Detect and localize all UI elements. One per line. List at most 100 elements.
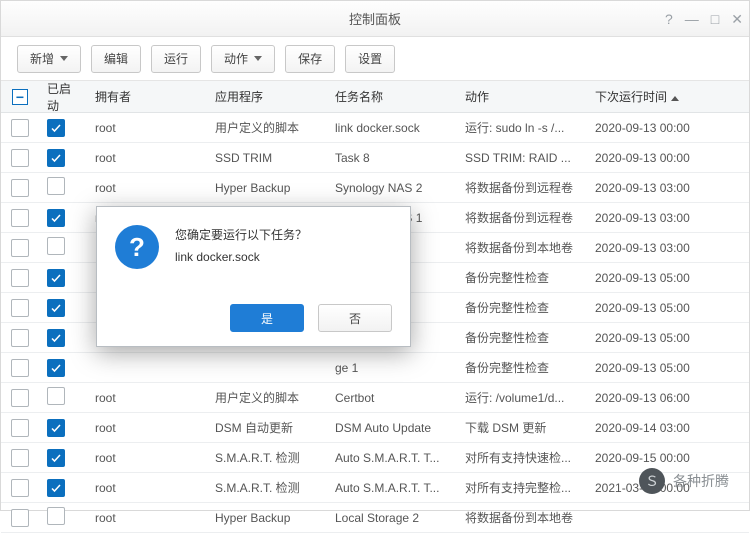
action-cell: 运行: /volume1/d... xyxy=(457,389,587,406)
row-select-checkbox[interactable] xyxy=(11,209,29,227)
table-row[interactable]: rootSSD TRIMTask 8SSD TRIM: RAID ...2020… xyxy=(1,143,749,173)
row-select-checkbox[interactable] xyxy=(11,509,29,527)
enabled-checkbox[interactable] xyxy=(47,209,65,227)
owner-cell: root xyxy=(87,121,207,135)
task-cell: Task 8 xyxy=(327,151,457,165)
table-row[interactable]: root用户定义的脚本link docker.sock运行: sudo ln -… xyxy=(1,113,749,143)
help-icon[interactable]: ? xyxy=(665,11,673,27)
next-run-cell: 2020-09-13 00:00 xyxy=(587,121,749,135)
enabled-checkbox[interactable] xyxy=(47,149,65,167)
row-select-checkbox[interactable] xyxy=(11,389,29,407)
action-button[interactable]: 动作 xyxy=(211,45,275,73)
save-button[interactable]: 保存 xyxy=(285,45,335,73)
enabled-checkbox[interactable] xyxy=(47,449,65,467)
no-button[interactable]: 否 xyxy=(318,304,392,332)
next-run-cell: 2020-09-13 03:00 xyxy=(587,181,749,195)
col-enabled[interactable]: 已启动 xyxy=(39,80,87,114)
next-run-cell: 2020-09-15 00:00 xyxy=(587,451,749,465)
chevron-down-icon xyxy=(254,56,262,61)
next-run-cell: 2020-09-13 05:00 xyxy=(587,331,749,345)
table-row[interactable]: rootDSM 自动更新DSM Auto Update下载 DSM 更新2020… xyxy=(1,413,749,443)
action-cell: 将数据备份到远程卷 xyxy=(457,209,587,226)
action-cell: 备份完整性检查 xyxy=(457,299,587,316)
next-run-cell: 2020-09-14 03:00 xyxy=(587,421,749,435)
next-run-cell: 2020-09-13 05:00 xyxy=(587,361,749,375)
task-cell: Certbot xyxy=(327,391,457,405)
row-select-checkbox[interactable] xyxy=(11,179,29,197)
row-select-checkbox[interactable] xyxy=(11,149,29,167)
settings-button-label: 设置 xyxy=(358,50,382,67)
enabled-checkbox[interactable] xyxy=(47,119,65,137)
titlebar[interactable]: 控制面板 ? — □ ✕ xyxy=(1,1,749,37)
settings-button[interactable]: 设置 xyxy=(345,45,395,73)
table-row[interactable]: rootS.M.A.R.T. 检测Auto S.M.A.R.T. T...对所有… xyxy=(1,443,749,473)
run-button[interactable]: 运行 xyxy=(151,45,201,73)
watermark-text: 各种折腾 xyxy=(673,471,729,491)
enabled-checkbox[interactable] xyxy=(47,507,65,525)
table-row[interactable]: rootS.M.A.R.T. 检测Auto S.M.A.R.T. T...对所有… xyxy=(1,473,749,503)
row-select-checkbox[interactable] xyxy=(11,119,29,137)
enabled-checkbox[interactable] xyxy=(47,387,65,405)
next-run-cell: 2020-09-13 06:00 xyxy=(587,391,749,405)
col-action[interactable]: 动作 xyxy=(457,88,587,105)
row-select-checkbox[interactable] xyxy=(11,359,29,377)
app-cell: DSM 自动更新 xyxy=(207,419,327,436)
confirm-dialog: ? 您确定要运行以下任务？ link docker.sock 是 否 xyxy=(96,206,411,347)
table-row[interactable]: ge 1备份完整性检查2020-09-13 05:00 xyxy=(1,353,749,383)
new-button[interactable]: 新增 xyxy=(17,45,81,73)
edit-button-label: 编辑 xyxy=(104,50,128,67)
next-run-cell: 2020-09-13 03:00 xyxy=(587,241,749,255)
next-run-cell: 2020-09-13 05:00 xyxy=(587,271,749,285)
edit-button[interactable]: 编辑 xyxy=(91,45,141,73)
action-cell: 下载 DSM 更新 xyxy=(457,419,587,436)
close-icon[interactable]: ✕ xyxy=(731,11,743,28)
app-cell: 用户定义的脚本 xyxy=(207,119,327,136)
maximize-icon[interactable]: □ xyxy=(711,11,719,27)
action-cell: 将数据备份到远程卷 xyxy=(457,179,587,196)
dialog-line2: link docker.sock xyxy=(175,247,307,269)
enabled-checkbox[interactable] xyxy=(47,419,65,437)
window-controls: ? — □ ✕ xyxy=(665,1,743,37)
row-select-checkbox[interactable] xyxy=(11,479,29,497)
col-next-run[interactable]: 下次运行时间 xyxy=(587,88,749,105)
owner-cell: root xyxy=(87,151,207,165)
col-app[interactable]: 应用程序 xyxy=(207,88,327,105)
row-select-checkbox[interactable] xyxy=(11,419,29,437)
action-cell: 运行: sudo ln -s /... xyxy=(457,119,587,136)
enabled-checkbox[interactable] xyxy=(47,359,65,377)
save-button-label: 保存 xyxy=(298,50,322,67)
enabled-checkbox[interactable] xyxy=(47,479,65,497)
row-select-checkbox[interactable] xyxy=(11,299,29,317)
watermark-logo-icon: Ｓ xyxy=(639,468,665,494)
enabled-checkbox[interactable] xyxy=(47,237,65,255)
control-panel-window: 控制面板 ? — □ ✕ 新增 编辑 运行 动作 保存 设置 − 已启动 拥有者… xyxy=(0,0,750,511)
table-row[interactable]: rootHyper BackupLocal Storage 2将数据备份到本地卷 xyxy=(1,503,749,533)
row-select-checkbox[interactable] xyxy=(11,269,29,287)
owner-cell: root xyxy=(87,181,207,195)
row-select-checkbox[interactable] xyxy=(11,449,29,467)
chevron-down-icon xyxy=(60,56,68,61)
action-cell: 对所有支持快速检... xyxy=(457,449,587,466)
enabled-checkbox[interactable] xyxy=(47,177,65,195)
select-all-checkbox[interactable]: − xyxy=(12,89,28,105)
table-row[interactable]: root用户定义的脚本Certbot运行: /volume1/d...2020-… xyxy=(1,383,749,413)
col-owner[interactable]: 拥有者 xyxy=(87,88,207,105)
minimize-icon[interactable]: — xyxy=(685,11,699,27)
row-select-checkbox[interactable] xyxy=(11,329,29,347)
row-select-checkbox[interactable] xyxy=(11,239,29,257)
task-cell: Auto S.M.A.R.T. T... xyxy=(327,451,457,465)
yes-button[interactable]: 是 xyxy=(230,304,304,332)
action-cell: 将数据备份到本地卷 xyxy=(457,509,587,526)
action-cell: 备份完整性检查 xyxy=(457,359,587,376)
action-cell: 备份完整性检查 xyxy=(457,329,587,346)
task-cell: Auto S.M.A.R.T. T... xyxy=(327,481,457,495)
table-row[interactable]: rootHyper BackupSynology NAS 2将数据备份到远程卷2… xyxy=(1,173,749,203)
next-run-cell: 2020-09-13 00:00 xyxy=(587,151,749,165)
enabled-checkbox[interactable] xyxy=(47,269,65,287)
enabled-checkbox[interactable] xyxy=(47,299,65,317)
next-run-cell: 2020-09-13 05:00 xyxy=(587,301,749,315)
enabled-checkbox[interactable] xyxy=(47,329,65,347)
col-task[interactable]: 任务名称 xyxy=(327,88,457,105)
task-cell: Local Storage 2 xyxy=(327,511,457,525)
question-icon: ? xyxy=(115,225,159,269)
